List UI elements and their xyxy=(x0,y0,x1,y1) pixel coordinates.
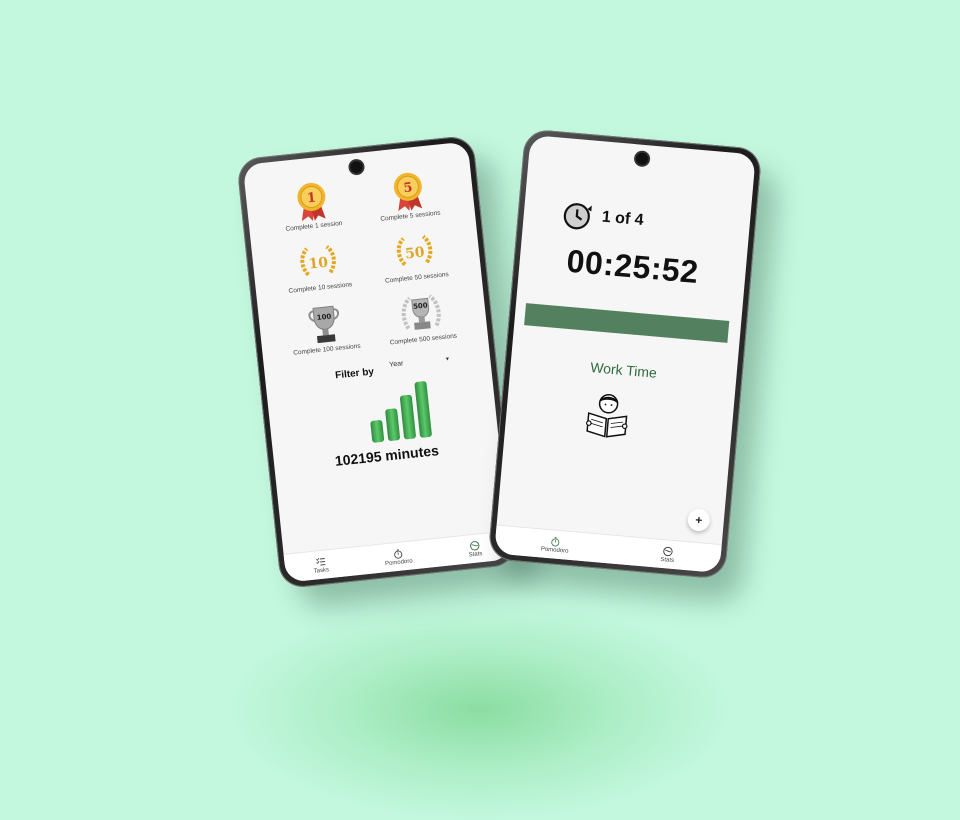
gold-laurel-10-icon: 10 xyxy=(299,245,336,277)
achievement-10[interactable]: 10 Complete 10 sessions xyxy=(267,237,369,303)
nav-label: Tasks xyxy=(313,566,330,575)
front-camera xyxy=(349,160,364,174)
nav-pomodoro[interactable]: Pomodoro xyxy=(384,547,413,567)
reading-person-icon xyxy=(586,394,628,438)
stats-globe-icon xyxy=(663,546,673,556)
filter-value: Year xyxy=(388,359,404,369)
svg-text:50: 50 xyxy=(404,244,425,262)
session-progress-bar xyxy=(524,303,730,343)
stopwatch-icon xyxy=(394,548,403,559)
session-count: 1 of 4 xyxy=(601,208,645,230)
achievement-50[interactable]: 50 Complete 50 sessions xyxy=(364,227,466,293)
filter-label: Filter by xyxy=(334,366,375,382)
pomodoro-screen: 1 of 4 00:25:52 Work Time + Pomodoro Sta… xyxy=(494,134,756,574)
front-camera xyxy=(635,152,649,166)
nav-stats[interactable]: Stats xyxy=(660,545,675,564)
filter-dropdown[interactable]: Year ▾ xyxy=(389,355,450,371)
achievement-100[interactable]: 100 Complete 100 sessions xyxy=(274,298,376,364)
nav-pomodoro[interactable]: Pomodoro xyxy=(541,535,570,554)
svg-text:5: 5 xyxy=(402,180,413,196)
bottom-nav: Tasks Pomodoro Stats xyxy=(283,530,512,583)
chevron-down-icon: ▾ xyxy=(445,355,450,363)
achievement-1[interactable]: 1 Complete 1 session xyxy=(261,175,363,241)
gold-medal-1-icon: 1 xyxy=(296,183,326,222)
progress-fill xyxy=(524,303,730,343)
achievement-5[interactable]: 5 Complete 5 sessions xyxy=(357,165,459,231)
stats-globe-icon xyxy=(469,540,480,550)
achievement-500[interactable]: 500 Complete 500 sessions xyxy=(370,288,472,354)
svg-text:500: 500 xyxy=(412,301,427,310)
add-button[interactable]: + xyxy=(686,508,711,532)
nav-label: Stats xyxy=(660,556,675,564)
svg-text:1: 1 xyxy=(306,191,317,207)
nav-label: Pomodoro xyxy=(384,557,413,567)
silver-trophy-100-icon: 100 xyxy=(307,305,339,344)
bottom-nav: Pomodoro Stats xyxy=(494,524,722,574)
stopwatch-icon xyxy=(551,536,560,546)
svg-text:100: 100 xyxy=(316,313,331,322)
bar-chart-icon xyxy=(370,381,432,443)
nav-tasks[interactable]: Tasks xyxy=(312,556,330,575)
background-glow xyxy=(230,600,730,820)
phone-stats: 1 Complete 1 session 5 Complete 5 sessio… xyxy=(236,134,518,590)
nav-label: Pomodoro xyxy=(540,545,569,555)
stats-screen: 1 Complete 1 session 5 Complete 5 sessio… xyxy=(242,141,512,583)
phone-pomodoro: 1 of 4 00:25:52 Work Time + Pomodoro Sta… xyxy=(487,128,763,580)
clock-history-icon xyxy=(563,203,592,230)
nav-label: Stats xyxy=(468,550,483,558)
mode-label: Work Time xyxy=(589,359,658,381)
filter-row: Filter by Year ▾ xyxy=(334,355,465,382)
svg-text:10: 10 xyxy=(307,255,328,273)
timer-display: 00:25:52 xyxy=(565,242,701,291)
nav-stats[interactable]: Stats xyxy=(467,540,483,558)
tasks-icon xyxy=(315,557,326,566)
silver-trophy-500-icon: 500 xyxy=(401,294,441,330)
gold-medal-5-icon: 5 xyxy=(393,172,422,211)
achievements-grid: 1 Complete 1 session 5 Complete 5 sessio… xyxy=(261,165,473,364)
session-counter: 1 of 4 xyxy=(561,198,645,237)
gold-laurel-50-icon: 50 xyxy=(396,234,432,267)
